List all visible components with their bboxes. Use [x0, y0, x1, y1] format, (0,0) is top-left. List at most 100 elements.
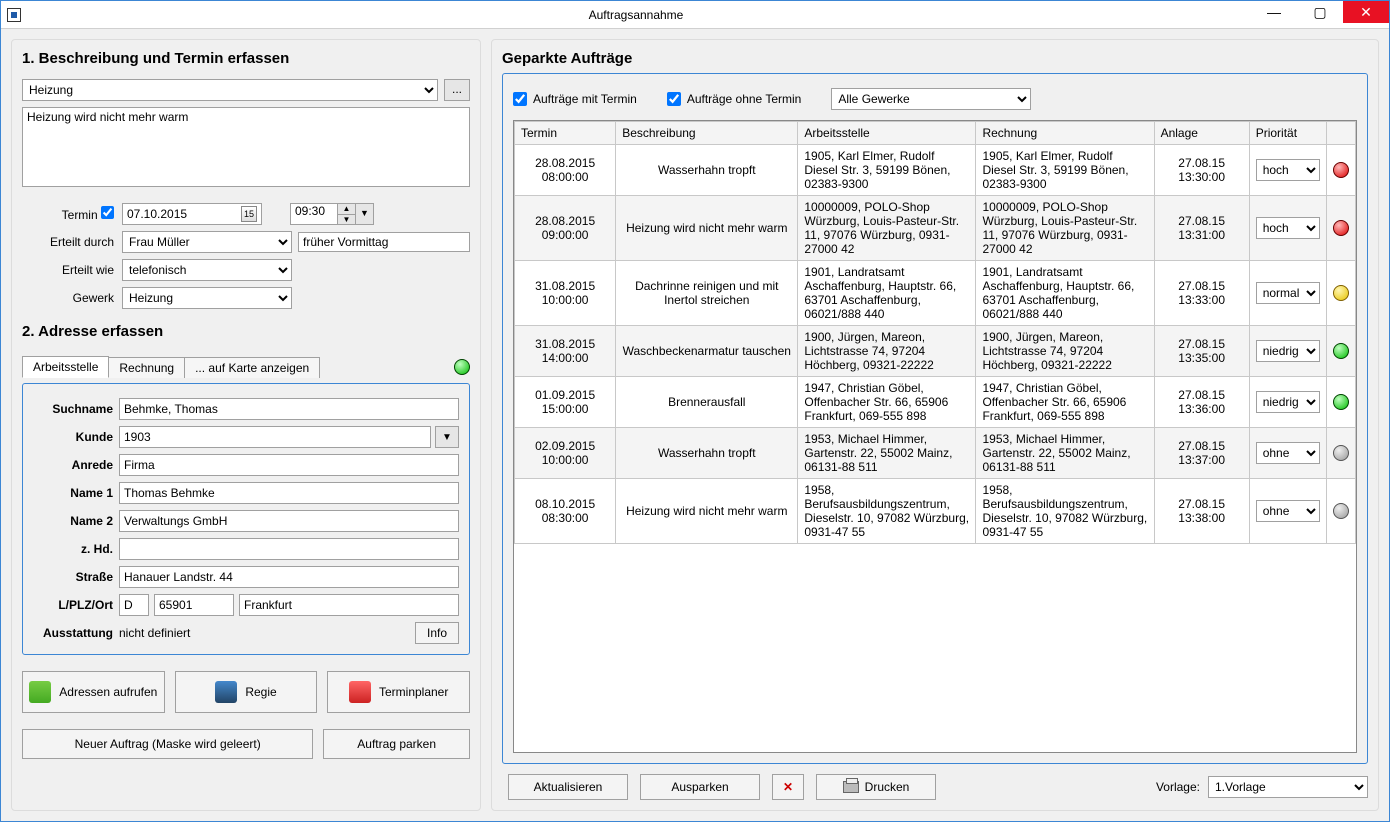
- right-inner: Aufträge mit Termin Aufträge ohne Termin…: [502, 73, 1368, 764]
- col-prioritaet[interactable]: Priorität: [1249, 122, 1326, 145]
- table-row[interactable]: 31.08.201514:00:00Waschbeckenarmatur tau…: [515, 326, 1356, 377]
- cell-prioritaet[interactable]: hoch: [1249, 145, 1326, 196]
- name1-input[interactable]: [119, 482, 459, 504]
- info-button[interactable]: Info: [415, 622, 459, 644]
- time-dropdown[interactable]: ▼: [356, 203, 374, 225]
- col-anlage[interactable]: Anlage: [1154, 122, 1249, 145]
- tab-rechnung[interactable]: Rechnung: [108, 357, 185, 378]
- regie-button[interactable]: Regie: [175, 671, 318, 713]
- cell-anlage: 27.08.1513:37:00: [1154, 428, 1249, 479]
- cell-rechnung: 10000009, POLO-Shop Würzburg, Louis-Past…: [976, 196, 1154, 261]
- cell-status: [1326, 261, 1355, 326]
- table-row[interactable]: 28.08.201509:00:00Heizung wird nicht meh…: [515, 196, 1356, 261]
- table-row[interactable]: 02.09.201510:00:00Wasserhahn tropft1953,…: [515, 428, 1356, 479]
- zhd-label: z. Hd.: [33, 542, 113, 556]
- cell-arbeitsstelle: 1901, Landratsamt Aschaffenburg, Hauptst…: [798, 261, 976, 326]
- aktualisieren-button[interactable]: Aktualisieren: [508, 774, 628, 800]
- table-row[interactable]: 08.10.201508:30:00Heizung wird nicht meh…: [515, 479, 1356, 544]
- orders-table-wrap[interactable]: Termin Beschreibung Arbeitsstelle Rechnu…: [513, 120, 1357, 753]
- plz-input[interactable]: [154, 594, 234, 616]
- erteilt-wie-select[interactable]: telefonisch: [122, 259, 292, 281]
- filter-ohne-checkbox[interactable]: [667, 92, 681, 106]
- col-rechnung[interactable]: Rechnung: [976, 122, 1154, 145]
- cell-beschreibung: Waschbeckenarmatur tauschen: [616, 326, 798, 377]
- tab-karte[interactable]: ... auf Karte anzeigen: [184, 357, 320, 378]
- anrede-input[interactable]: [119, 454, 459, 476]
- kunde-dropdown-button[interactable]: ▼: [435, 426, 459, 448]
- close-button[interactable]: ✕: [1343, 1, 1389, 23]
- col-beschreibung[interactable]: Beschreibung: [616, 122, 798, 145]
- plz-label: L/PLZ/Ort: [33, 598, 113, 612]
- priority-select[interactable]: niedrig: [1256, 340, 1320, 362]
- cell-prioritaet[interactable]: ohne: [1249, 479, 1326, 544]
- priority-select[interactable]: ohne: [1256, 442, 1320, 464]
- gewerk-select[interactable]: Heizung: [122, 287, 292, 309]
- cell-prioritaet[interactable]: niedrig: [1249, 326, 1326, 377]
- drucken-button[interactable]: Drucken: [816, 774, 936, 800]
- termin-date-input[interactable]: 07.10.201515: [122, 203, 262, 225]
- strasse-input[interactable]: [119, 566, 459, 588]
- cell-status: [1326, 326, 1355, 377]
- cell-prioritaet[interactable]: ohne: [1249, 428, 1326, 479]
- right-panel: Geparkte Aufträge Aufträge mit Termin Au…: [491, 39, 1379, 811]
- priority-select[interactable]: niedrig: [1256, 391, 1320, 413]
- category-more-button[interactable]: ...: [444, 79, 470, 101]
- priority-select[interactable]: hoch: [1256, 217, 1320, 239]
- priority-select[interactable]: normal: [1256, 282, 1320, 304]
- cell-beschreibung: Heizung wird nicht mehr warm: [616, 196, 798, 261]
- filter-ohne-termin[interactable]: Aufträge ohne Termin: [667, 92, 802, 106]
- cell-termin: 28.08.201508:00:00: [515, 145, 616, 196]
- section1-title: 1. Beschreibung und Termin erfassen: [22, 50, 470, 67]
- category-select[interactable]: Heizung: [22, 79, 438, 101]
- filter-mit-checkbox[interactable]: [513, 92, 527, 106]
- cell-arbeitsstelle: 10000009, POLO-Shop Würzburg, Louis-Past…: [798, 196, 976, 261]
- minimize-button[interactable]: —: [1251, 1, 1297, 23]
- ausparken-button[interactable]: Ausparken: [640, 774, 760, 800]
- cell-termin: 08.10.201508:30:00: [515, 479, 616, 544]
- cell-anlage: 27.08.1513:38:00: [1154, 479, 1249, 544]
- calendar-icon[interactable]: 15: [241, 206, 257, 222]
- kunde-input[interactable]: [119, 426, 431, 448]
- erteilt-durch-note-input[interactable]: [298, 232, 470, 252]
- neuer-auftrag-button[interactable]: Neuer Auftrag (Maske wird geleert): [22, 729, 313, 759]
- cell-arbeitsstelle: 1900, Jürgen, Mareon, Lichtstrasse 74, 9…: [798, 326, 976, 377]
- table-row[interactable]: 31.08.201510:00:00Dachrinne reinigen und…: [515, 261, 1356, 326]
- cell-status: [1326, 428, 1355, 479]
- priority-select[interactable]: ohne: [1256, 500, 1320, 522]
- table-row[interactable]: 01.09.201515:00:00Brennerausfall1947, Ch…: [515, 377, 1356, 428]
- col-termin[interactable]: Termin: [515, 122, 616, 145]
- priority-select[interactable]: hoch: [1256, 159, 1320, 181]
- name1-label: Name 1: [33, 486, 113, 500]
- maximize-button[interactable]: ▢: [1297, 1, 1343, 23]
- cell-prioritaet[interactable]: normal: [1249, 261, 1326, 326]
- cell-termin: 31.08.201510:00:00: [515, 261, 616, 326]
- cell-arbeitsstelle: 1953, Michael Himmer, Gartenstr. 22, 550…: [798, 428, 976, 479]
- vorlage-select[interactable]: 1.Vorlage: [1208, 776, 1368, 798]
- auftrag-parken-button[interactable]: Auftrag parken: [323, 729, 470, 759]
- terminplaner-button[interactable]: Terminplaner: [327, 671, 470, 713]
- window-buttons: — ▢ ✕: [1251, 1, 1389, 28]
- ort-input[interactable]: [239, 594, 459, 616]
- cell-beschreibung: Heizung wird nicht mehr warm: [616, 479, 798, 544]
- description-textarea[interactable]: Heizung wird nicht mehr warm: [22, 107, 470, 187]
- section2-title: 2. Adresse erfassen: [22, 323, 470, 340]
- suchname-input[interactable]: [119, 398, 459, 420]
- termin-time-input[interactable]: 09:30: [290, 203, 338, 225]
- cell-prioritaet[interactable]: hoch: [1249, 196, 1326, 261]
- time-spinner[interactable]: ▲▼: [338, 203, 356, 225]
- cell-arbeitsstelle: 1958, Berufsausbildungszentrum, Dieselst…: [798, 479, 976, 544]
- termin-checkbox[interactable]: [101, 206, 114, 219]
- cell-prioritaet[interactable]: niedrig: [1249, 377, 1326, 428]
- filter-mit-termin[interactable]: Aufträge mit Termin: [513, 92, 637, 106]
- land-input[interactable]: [119, 594, 149, 616]
- tab-arbeitsstelle[interactable]: Arbeitsstelle: [22, 356, 109, 378]
- table-row[interactable]: 28.08.201508:00:00Wasserhahn tropft1905,…: [515, 145, 1356, 196]
- erteilt-durch-select[interactable]: Frau Müller: [122, 231, 292, 253]
- col-arbeitsstelle[interactable]: Arbeitsstelle: [798, 122, 976, 145]
- adressen-aufrufen-button[interactable]: Adressen aufrufen: [22, 671, 165, 713]
- delete-button[interactable]: ✕: [772, 774, 804, 800]
- cell-arbeitsstelle: 1947, Christian Göbel, Offenbacher Str. …: [798, 377, 976, 428]
- zhd-input[interactable]: [119, 538, 459, 560]
- name2-input[interactable]: [119, 510, 459, 532]
- gewerke-select[interactable]: Alle Gewerke: [831, 88, 1031, 110]
